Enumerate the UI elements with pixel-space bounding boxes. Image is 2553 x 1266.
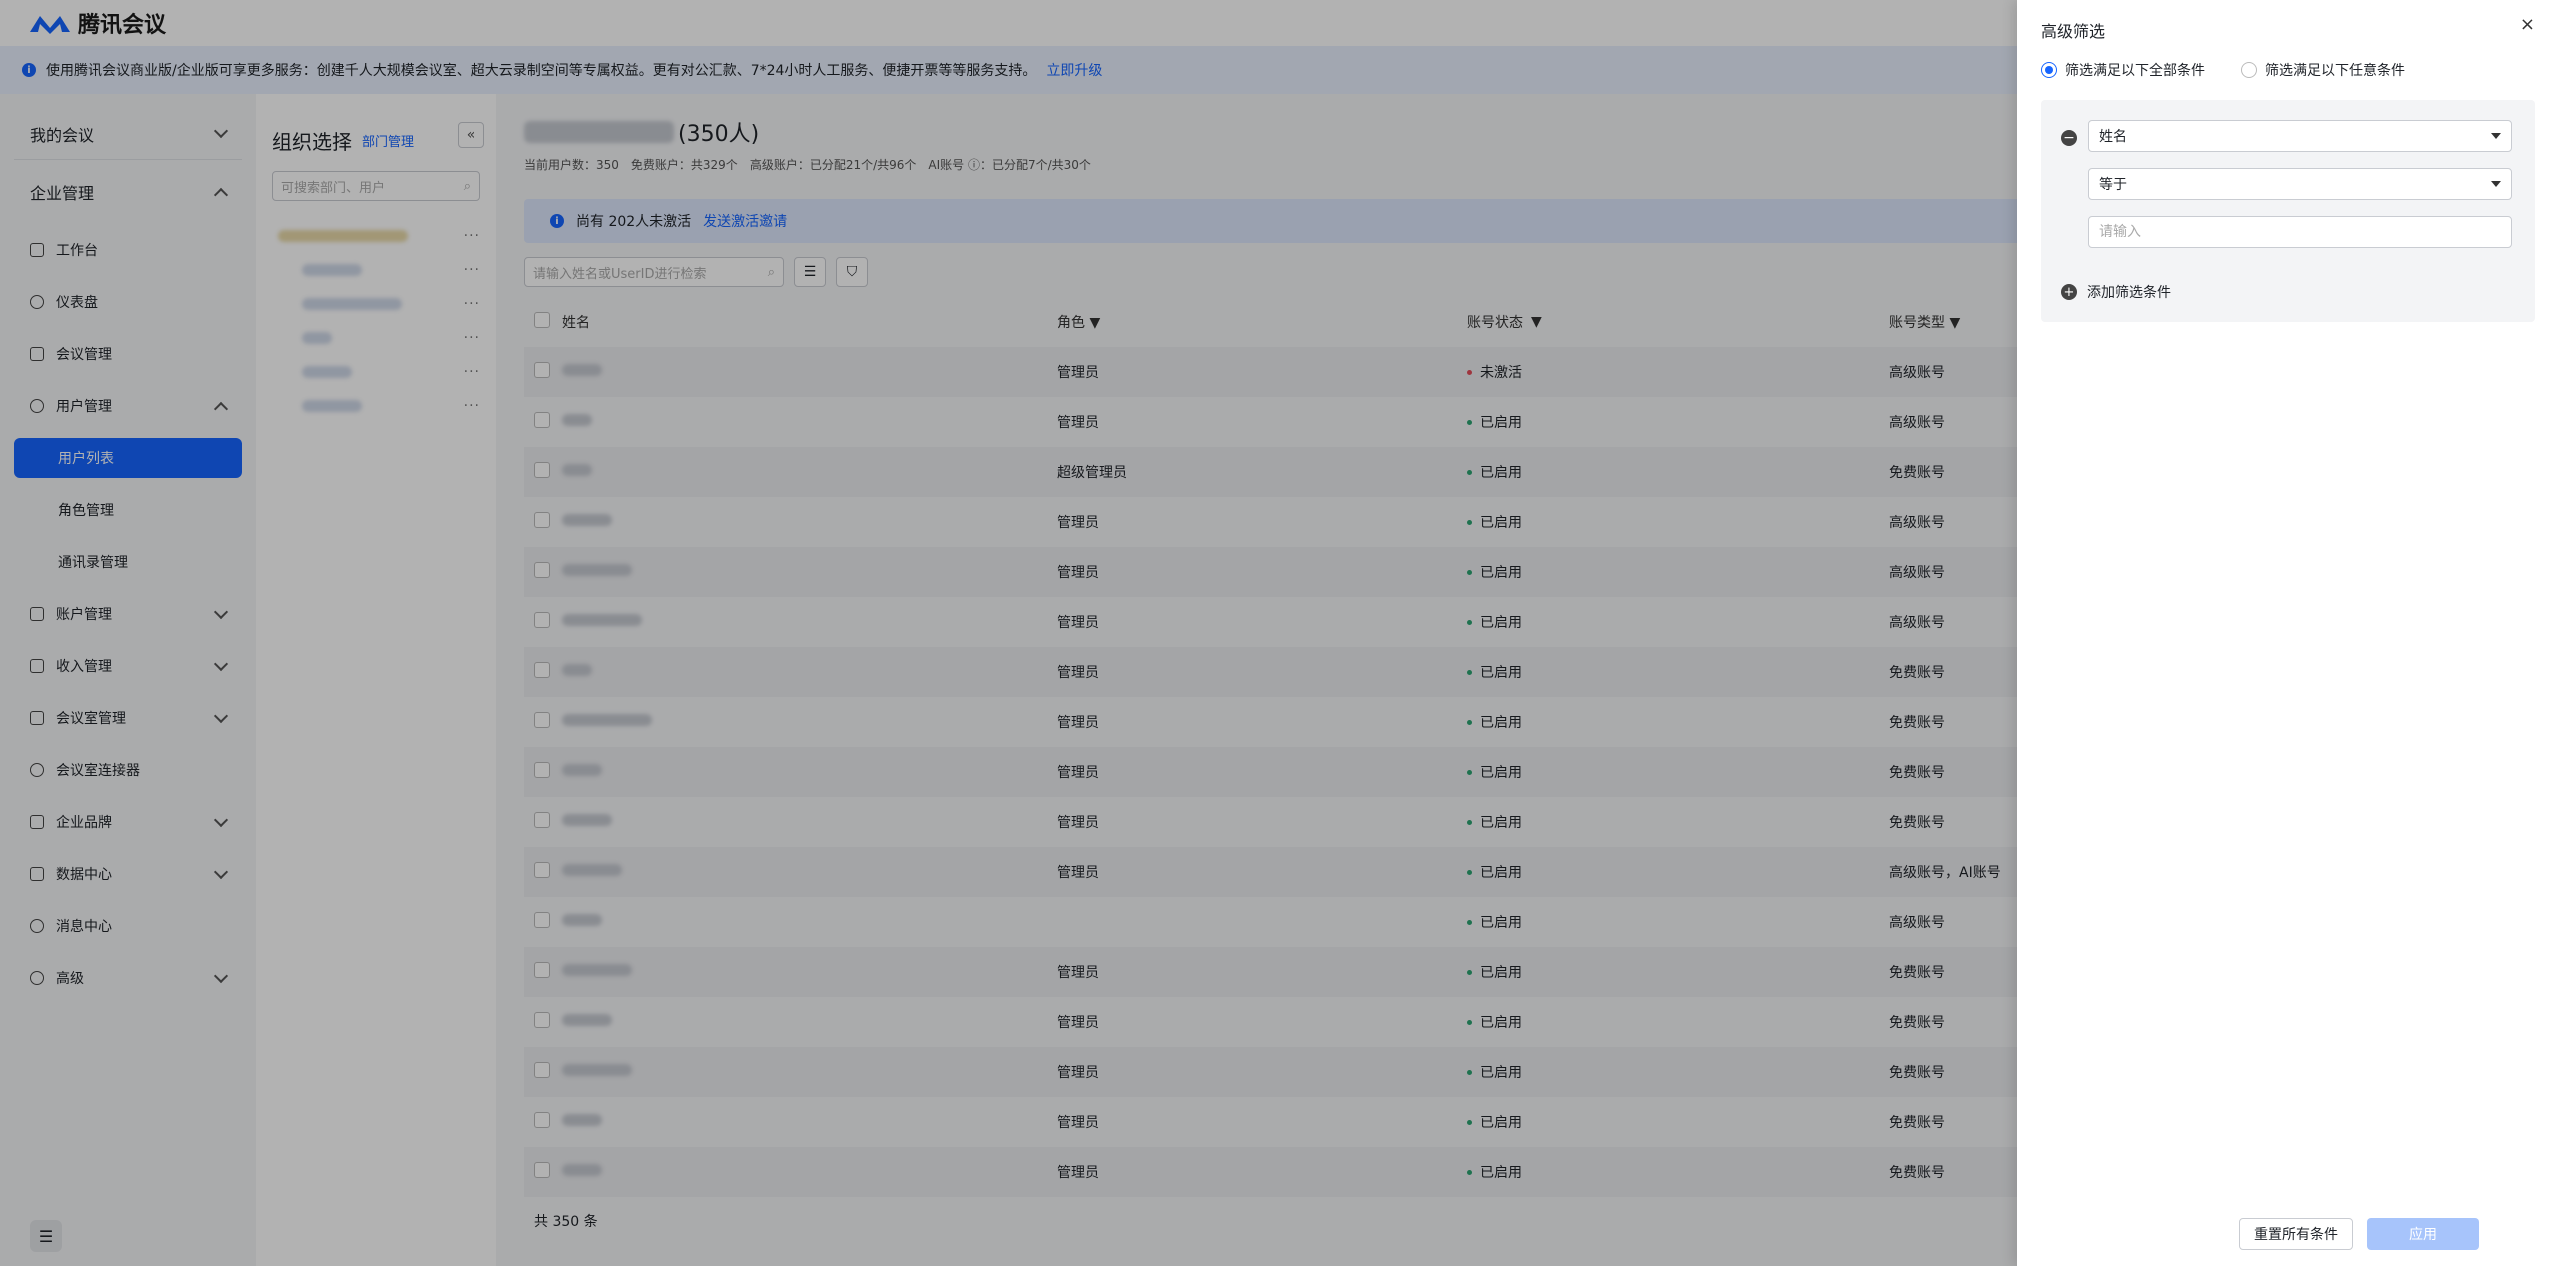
- reset-conditions-button[interactable]: 重置所有条件: [2239, 1218, 2353, 1250]
- plus-circle-icon: +: [2061, 284, 2077, 300]
- drawer-footer: 重置所有条件 应用: [2239, 1218, 2479, 1250]
- drawer-title: 高级筛选: [2041, 22, 2106, 41]
- radio-match-any[interactable]: 筛选满足以下任意条件: [2241, 60, 2405, 80]
- radio-match-all[interactable]: 筛选满足以下全部条件: [2041, 60, 2205, 80]
- add-condition-button[interactable]: + 添加筛选条件: [2061, 282, 2171, 302]
- field-select[interactable]: 姓名: [2088, 120, 2512, 152]
- operator-select[interactable]: 等于: [2088, 168, 2512, 200]
- match-mode-group: 筛选满足以下全部条件 筛选满足以下任意条件: [2041, 60, 2405, 80]
- close-icon[interactable]: ×: [2520, 14, 2535, 35]
- remove-condition-icon[interactable]: −: [2061, 130, 2077, 146]
- condition-group: − 姓名 等于 + 添加筛选条件: [2041, 100, 2535, 322]
- advanced-filter-drawer: 高级筛选 × 筛选满足以下全部条件 筛选满足以下任意条件 − 姓名 等于 + 添…: [2017, 0, 2553, 1266]
- apply-button[interactable]: 应用: [2367, 1218, 2479, 1250]
- radio-checked-icon: [2041, 62, 2057, 78]
- modal-overlay[interactable]: [0, 0, 2017, 1266]
- caret-down-icon: [2491, 133, 2501, 139]
- caret-down-icon: [2491, 181, 2501, 187]
- condition-value-input[interactable]: [2088, 216, 2512, 248]
- radio-unchecked-icon: [2241, 62, 2257, 78]
